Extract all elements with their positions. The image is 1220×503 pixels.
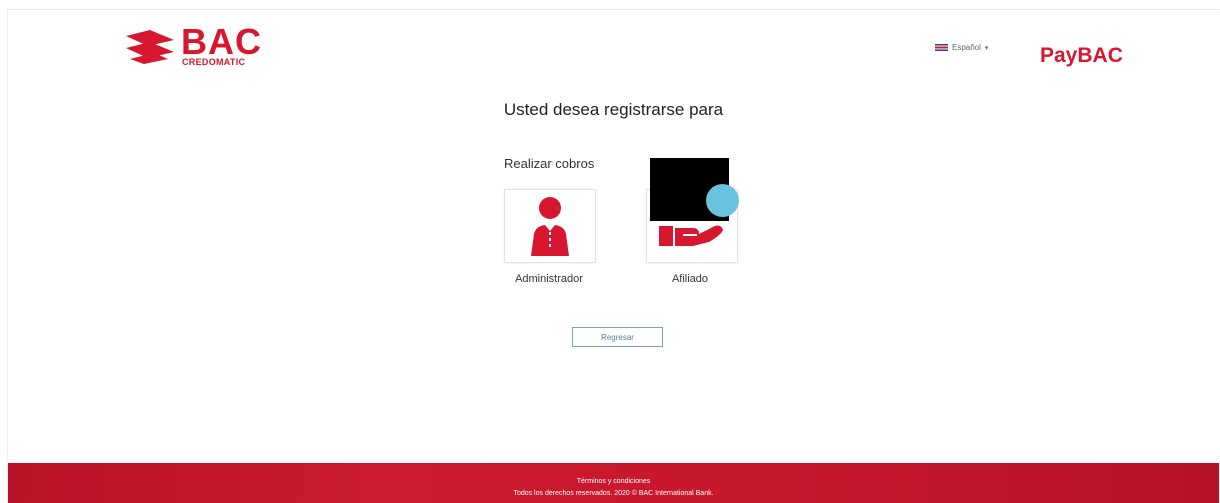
flag-icon [935, 44, 948, 51]
terms-link[interactable]: Términos y condiciones [8, 478, 1219, 485]
administrador-label: Administrador [515, 273, 583, 285]
language-selector[interactable]: Español ▾ [935, 43, 988, 52]
language-label: Español [952, 43, 981, 52]
footer: Términos y condiciones Todos los derecho… [8, 463, 1219, 503]
click-cursor-indicator [706, 184, 739, 217]
page-title: Usted desea registrarse para [503, 100, 724, 119]
option-heading-cobros: Realizar cobros [504, 156, 595, 171]
person-icon [531, 197, 569, 256]
copyright-text: Todos los derechos reservados. 2020 © BA… [513, 490, 714, 497]
page: BAC CREDOMATIC Español ▾ PayBAC Usted de… [7, 9, 1219, 503]
logo-subtext: CREDOMATIC [182, 57, 246, 67]
administrador-card[interactable] [504, 189, 596, 263]
bac-logo[interactable]: BAC CREDOMATIC [126, 21, 266, 68]
afiliado-label: Afiliado [671, 273, 709, 285]
bac-logo-mark-icon [126, 30, 174, 64]
chevron-down-icon: ▾ [984, 44, 989, 52]
regresar-button[interactable]: Regresar [572, 327, 663, 347]
paybac-brand: PayBAC [1040, 44, 1123, 67]
